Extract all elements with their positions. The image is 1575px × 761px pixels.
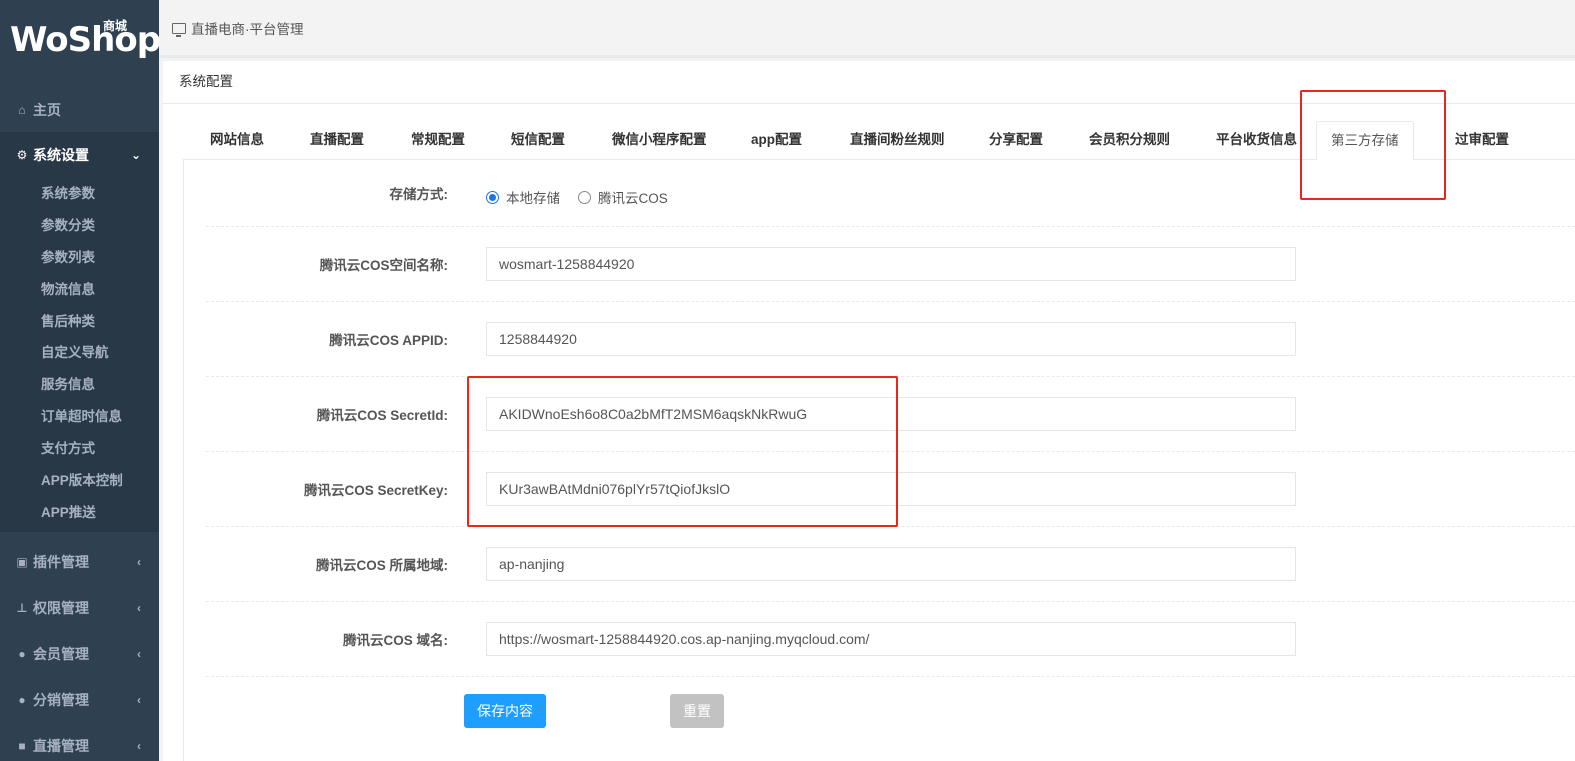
tab-third-party-storage[interactable]: 第三方存储 <box>1316 121 1414 161</box>
secretkey-input[interactable]: KUr3awBAtMdni076plYr57tQiofJkslO <box>486 472 1296 506</box>
tab-review-config[interactable]: 过审配置 <box>1455 119 1509 160</box>
tab-website-info[interactable]: 网站信息 <box>210 119 264 160</box>
submenu-item[interactable]: APP推送 <box>0 497 159 529</box>
form-row-secretid: 腾讯云COS SecretId: AKIDWnoEsh6o8C0a2bMfT2M… <box>206 377 1575 452</box>
sidebar-item-label: 插件管理 <box>33 554 89 570</box>
sidebar-item-label: 直播管理 <box>33 738 89 754</box>
form-row-region: 腾讯云COS 所属地域: ap-nanjing <box>206 527 1575 602</box>
sidebar: WoShop 商城 ⌂ 主页 ⚙ 系统设置 ⌄ 系统参数 参数分类 参数列表 物… <box>0 0 159 761</box>
form-row-appid: 腾讯云COS APPID: 1258844920 <box>206 302 1575 377</box>
tab-general-config[interactable]: 常规配置 <box>411 119 465 160</box>
chevron-left-icon: ‹ <box>137 601 141 615</box>
submenu-item[interactable]: 支付方式 <box>0 433 159 465</box>
sidebar-item-home[interactable]: ⌂ 主页 <box>0 88 159 132</box>
monitor-icon <box>172 22 186 37</box>
chevron-left-icon: ‹ <box>137 555 141 569</box>
logo: WoShop 商城 <box>0 0 159 88</box>
sidebar-item-label: 系统设置 <box>33 147 89 163</box>
submenu-item[interactable]: 物流信息 <box>0 274 159 306</box>
home-icon: ⌂ <box>18 103 26 117</box>
logo-text: WoShop <box>10 20 159 60</box>
tab-fans-rules[interactable]: 直播间粉丝规则 <box>850 119 945 160</box>
config-panel: 系统配置 网站信息 直播配置 常规配置 短信配置 微信小程序配置 app配置 直… <box>163 61 1575 761</box>
sidebar-item-live[interactable]: ■ 直播管理 ‹ <box>0 723 159 761</box>
form-row-storage: 存储方式: 本地存储 腾讯云COS <box>206 160 1575 227</box>
logo-sub: 商城 <box>103 19 128 33</box>
domain-input[interactable]: https://wosmart-1258844920.cos.ap-nanjin… <box>486 622 1296 656</box>
panel-title: 系统配置 <box>163 61 1575 104</box>
tab-receiving-info[interactable]: 平台收货信息 <box>1216 119 1297 160</box>
storage-radio-group: 本地存储 腾讯云COS <box>486 187 686 207</box>
gear-icon: ⚙ <box>16 148 28 162</box>
submenu-item[interactable]: 服务信息 <box>0 369 159 401</box>
field-label: 腾讯云COS SecretId: <box>316 408 448 423</box>
radio-local-label[interactable]: 本地存储 <box>506 187 560 207</box>
breadcrumb[interactable]: 直播电商·平台管理 <box>172 18 304 38</box>
save-button[interactable]: 保存内容 <box>464 694 546 728</box>
appid-input[interactable]: 1258844920 <box>486 322 1296 356</box>
users-icon: ● <box>18 693 26 707</box>
sidebar-item-system-settings[interactable]: ⚙ 系统设置 ⌄ <box>0 132 159 178</box>
tab-share-config[interactable]: 分享配置 <box>989 119 1043 160</box>
secretid-input[interactable]: AKIDWnoEsh6o8C0a2bMfT2MSM6aqskNkRwuG <box>486 397 1296 431</box>
submenu-item[interactable]: 售后种类 <box>0 306 159 338</box>
system-submenu: 系统参数 参数分类 参数列表 物流信息 售后种类 自定义导航 服务信息 订单超时… <box>0 178 159 532</box>
tab-bar: 网站信息 直播配置 常规配置 短信配置 微信小程序配置 app配置 直播间粉丝规… <box>183 119 1575 161</box>
chevron-left-icon: ‹ <box>137 647 141 661</box>
sidebar-item-members[interactable]: ● 会员管理 ‹ <box>0 631 159 677</box>
form-row-secretkey: 腾讯云COS SecretKey: KUr3awBAtMdni076plYr57… <box>206 452 1575 527</box>
form-row-bucket: 腾讯云COS空间名称: wosmart-1258844920 <box>206 227 1575 302</box>
tab-sms-config[interactable]: 短信配置 <box>511 119 565 160</box>
submenu-item[interactable]: APP版本控制 <box>0 465 159 497</box>
storage-form: 存储方式: 本地存储 腾讯云COS 腾讯云COS空间名称: wosmart-12… <box>183 160 1575 761</box>
plugin-icon: ▣ <box>16 555 28 569</box>
tab-points-rules[interactable]: 会员积分规则 <box>1089 119 1170 160</box>
field-label: 腾讯云COS APPID: <box>329 333 448 348</box>
submenu-item[interactable]: 系统参数 <box>0 178 159 210</box>
storage-label: 存储方式: <box>389 187 449 202</box>
tab-live-config[interactable]: 直播配置 <box>310 119 364 160</box>
submenu-item[interactable]: 参数列表 <box>0 242 159 274</box>
chevron-left-icon: ‹ <box>137 693 141 707</box>
users-icon: ● <box>18 647 26 661</box>
sidebar-item-label: 分销管理 <box>33 692 89 708</box>
submenu-item[interactable]: 参数分类 <box>0 210 159 242</box>
sidebar-item-label: 主页 <box>33 102 61 118</box>
sidebar-item-permissions[interactable]: ⊥ 权限管理 ‹ <box>0 585 159 631</box>
submenu-item[interactable]: 订单超时信息 <box>0 401 159 433</box>
bucket-name-input[interactable]: wosmart-1258844920 <box>486 247 1296 281</box>
video-icon: ■ <box>18 739 26 753</box>
radio-local[interactable] <box>486 190 499 204</box>
field-label: 腾讯云COS SecretKey: <box>303 483 448 498</box>
field-label: 腾讯云COS 域名: <box>342 633 448 648</box>
submenu-item[interactable]: 自定义导航 <box>0 337 159 369</box>
chevron-left-icon: ‹ <box>137 739 141 753</box>
sidebar-item-distribution[interactable]: ● 分销管理 ‹ <box>0 677 159 723</box>
breadcrumb-text: 直播电商·平台管理 <box>191 22 304 37</box>
sidebar-item-plugins[interactable]: ▣ 插件管理 ‹ <box>0 539 159 585</box>
tab-miniprogram-config[interactable]: 微信小程序配置 <box>612 119 707 160</box>
sidebar-item-label: 会员管理 <box>33 646 89 662</box>
radio-tencent-cos[interactable] <box>578 190 591 204</box>
region-input[interactable]: ap-nanjing <box>486 547 1296 581</box>
chevron-down-icon: ⌄ <box>130 148 141 162</box>
topbar: 直播电商·平台管理 <box>159 0 1575 58</box>
sitemap-icon: ⊥ <box>16 601 28 615</box>
form-row-domain: 腾讯云COS 域名: https://wosmart-1258844920.co… <box>206 602 1575 677</box>
reset-button[interactable]: 重置 <box>670 694 724 728</box>
field-label: 腾讯云COS空间名称: <box>319 258 448 273</box>
radio-tencent-cos-label[interactable]: 腾讯云COS <box>598 187 668 207</box>
sidebar-item-label: 权限管理 <box>33 600 89 616</box>
tab-app-config[interactable]: app配置 <box>751 119 802 160</box>
field-label: 腾讯云COS 所属地域: <box>315 558 448 573</box>
